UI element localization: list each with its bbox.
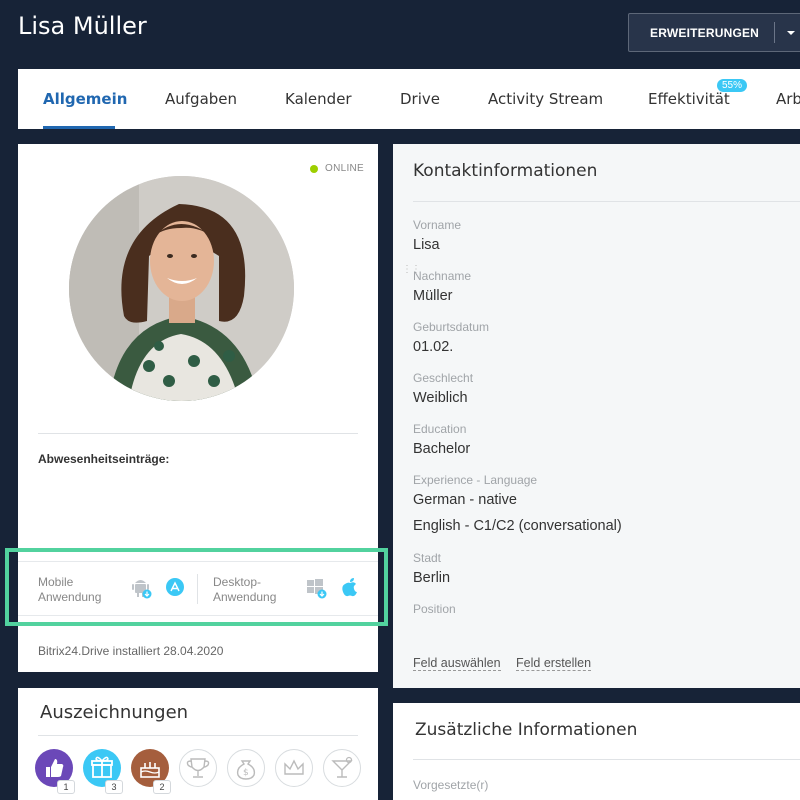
avatar-photo-icon [69, 176, 294, 401]
field-label: Education [413, 422, 467, 436]
field-label: Geburtsdatum [413, 320, 490, 334]
field-vorname: Vorname Lisa [413, 218, 461, 253]
extensions-button[interactable]: ERWEITERUNGEN [628, 13, 800, 52]
contact-title: Kontaktinformationen [413, 161, 598, 181]
additional-info-card: Zusätzliche Informationen Vorgesetzte(r) [393, 703, 800, 800]
field-value: English - C1/C2 (conversational) [413, 518, 622, 534]
tab-aufgaben[interactable]: Aufgaben [165, 90, 237, 108]
field-label: Position [413, 602, 456, 616]
field-value: Müller [413, 288, 453, 304]
crown-icon[interactable] [275, 749, 313, 787]
avatar[interactable] [69, 176, 294, 401]
field-value: 01.02. [413, 339, 454, 355]
field-geburtsdatum: Geburtsdatum 01.02. [413, 320, 489, 355]
divider [38, 433, 358, 434]
field-position: Position [413, 602, 456, 621]
efficiency-badge: 55% [717, 79, 748, 92]
divider [38, 735, 358, 736]
extensions-label: ERWEITERUNGEN [650, 25, 760, 40]
field-stadt: Stadt Berlin [413, 551, 450, 586]
field-value: Bachelor [413, 441, 471, 457]
field-nachname: Nachname Müller [413, 269, 471, 304]
field-experience-language: Experience - Language German - native En… [413, 473, 622, 534]
field-label: Nachname [413, 269, 472, 283]
field-label: Geschlecht [413, 371, 474, 385]
chevron-down-icon[interactable] [787, 30, 795, 35]
active-tab-indicator [43, 126, 115, 129]
trophy-icon[interactable] [179, 749, 217, 787]
tab-kalender[interactable]: Kalender [285, 90, 352, 108]
field-label: Experience - Language [413, 473, 538, 487]
highlight-frame [5, 548, 388, 626]
awards-title: Auszeichnungen [40, 702, 189, 723]
tab-drive[interactable]: Drive [400, 90, 440, 108]
field-label: Stadt [413, 551, 442, 565]
svg-text:$: $ [243, 768, 249, 778]
select-field-link[interactable]: Feld auswählen [413, 656, 501, 671]
money-bag-icon[interactable]: $ [227, 749, 265, 787]
page-title: Lisa Müller [18, 12, 147, 40]
award-count: 3 [105, 780, 123, 794]
field-supervisor-label: Vorgesetzte(r) [413, 778, 489, 792]
field-value: Weiblich [413, 390, 468, 406]
field-value: Lisa [413, 237, 440, 253]
create-field-link[interactable]: Feld erstellen [516, 656, 592, 671]
absence-label: Abwesenheitseinträge: [38, 452, 170, 466]
tab-allgemein[interactable]: Allgemein [43, 90, 127, 108]
online-label: ONLINE [325, 163, 365, 174]
online-status: ONLINE [310, 163, 364, 174]
field-education: Education Bachelor [413, 422, 470, 457]
online-dot-icon [310, 164, 318, 173]
divider [413, 759, 800, 760]
tab-activity-stream[interactable]: Activity Stream [488, 90, 603, 108]
contact-actions: Feld auswählen Feld erstellen [413, 656, 603, 671]
field-value: German - native [413, 492, 517, 508]
field-label: Vorname [413, 218, 462, 232]
field-value: Berlin [413, 570, 451, 586]
additional-info-title: Zusätzliche Informationen [415, 720, 638, 740]
drive-status: Bitrix24.Drive installiert 28.04.2020 [38, 644, 224, 658]
button-divider [774, 22, 775, 43]
tab-arbeitszeit[interactable]: Arb [776, 90, 800, 108]
tab-bar: Allgemein Aufgaben Kalender Drive Activi… [18, 69, 800, 129]
divider [413, 201, 800, 202]
award-count: 1 [57, 780, 75, 794]
tab-effektivitaet[interactable]: Effektivität [648, 90, 730, 108]
awards-card: Auszeichnungen 1 3 2 $ [18, 688, 378, 800]
cocktail-icon[interactable] [323, 749, 361, 787]
field-geschlecht: Geschlecht Weiblich [413, 371, 473, 406]
contact-card: Kontaktinformationen ⋮⋮ Vorname Lisa Nac… [393, 144, 800, 688]
award-count: 2 [153, 780, 171, 794]
